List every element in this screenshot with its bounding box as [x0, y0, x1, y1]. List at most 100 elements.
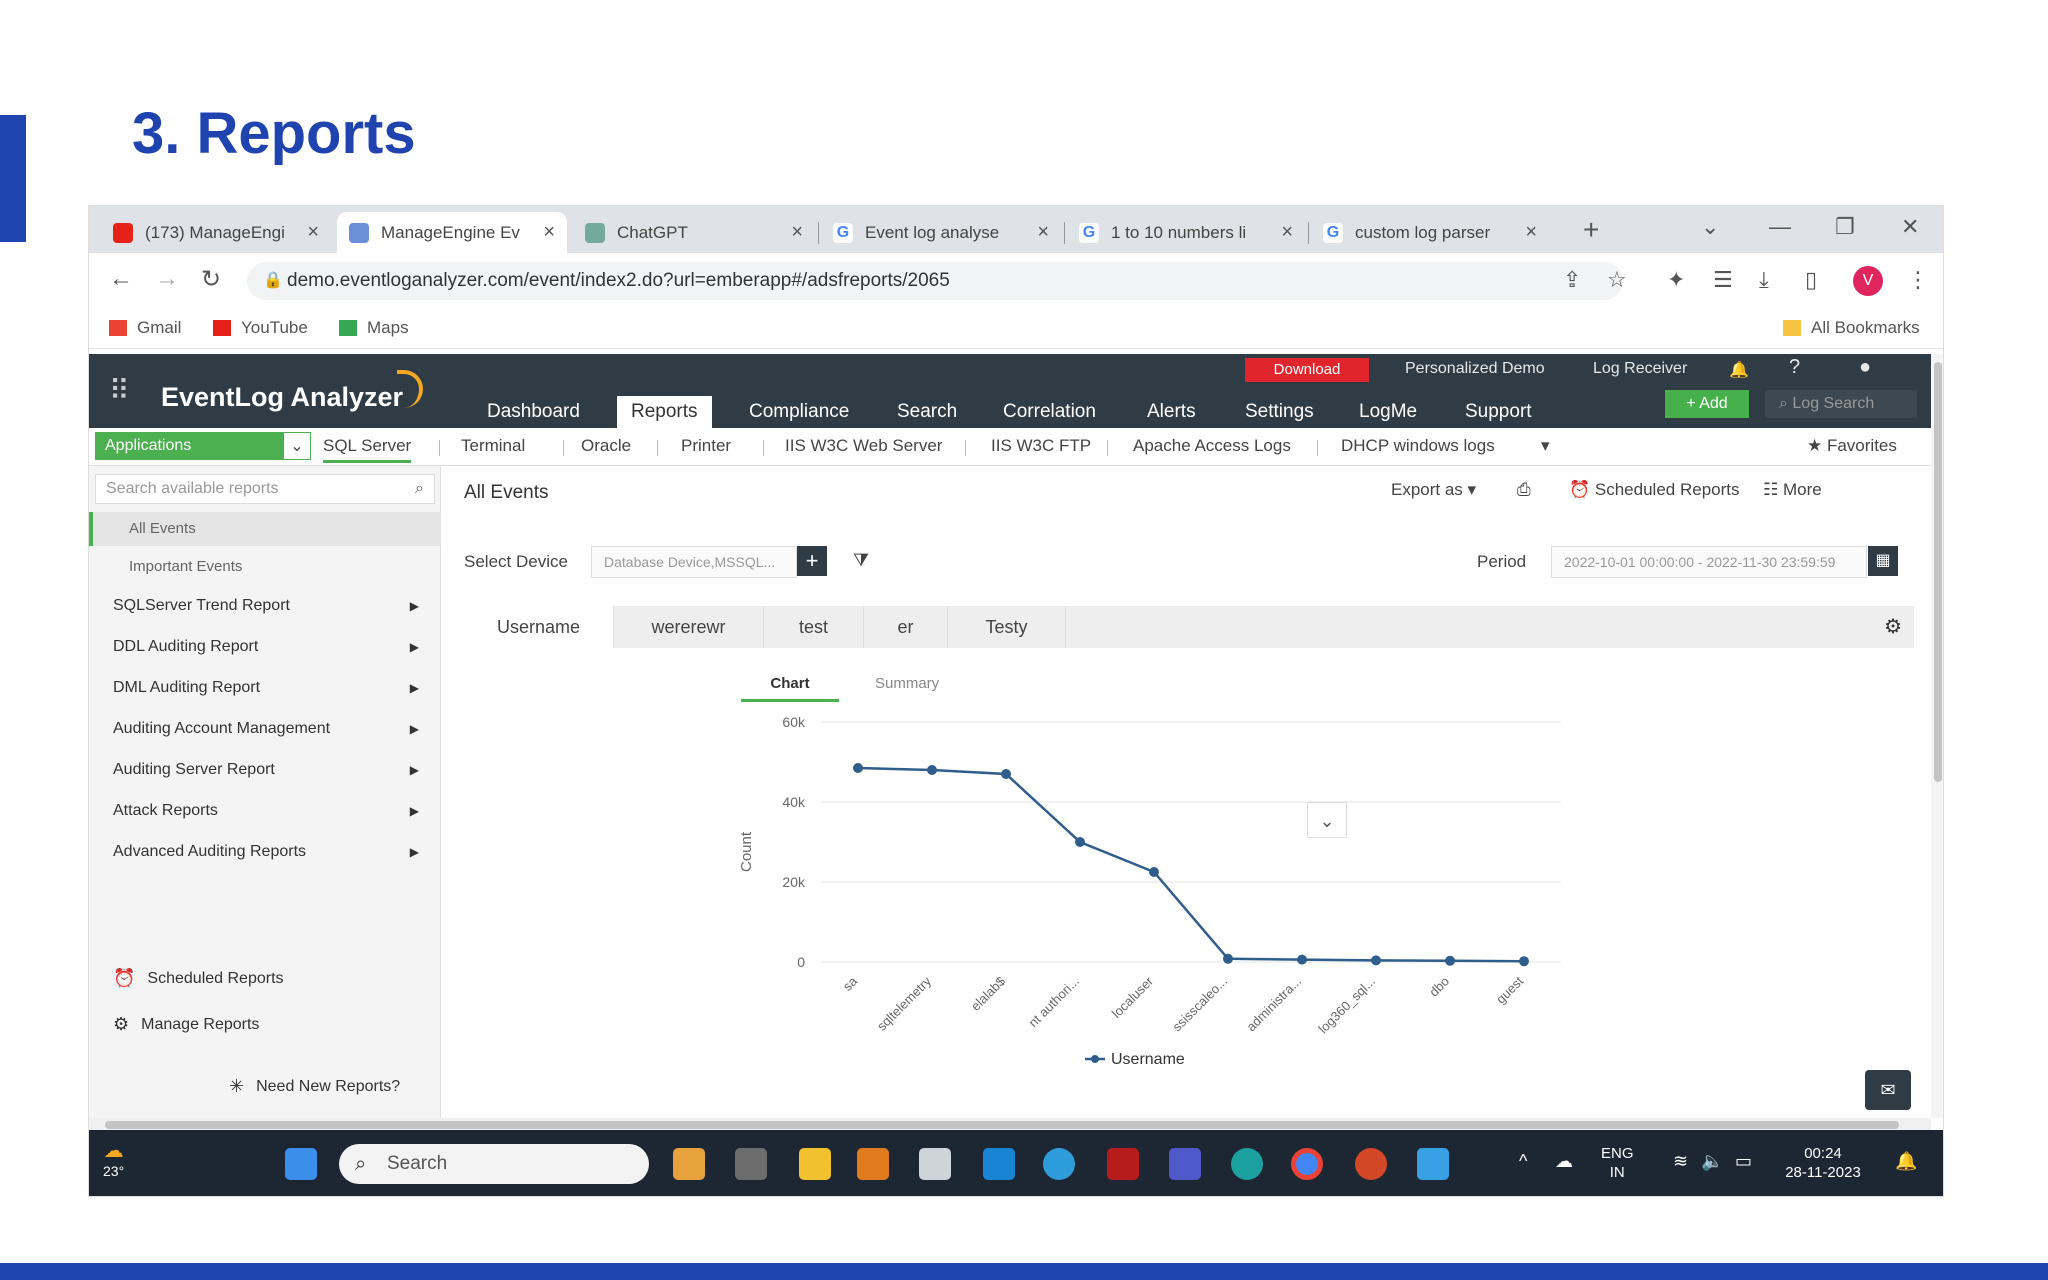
- log-search-field[interactable]: ⌕ Log Search: [1765, 390, 1917, 418]
- tab-chart[interactable]: Chart: [741, 672, 839, 702]
- all-bookmarks[interactable]: All Bookmarks: [1783, 318, 1920, 338]
- apps-grid-icon[interactable]: ⠿: [109, 374, 130, 407]
- sidebar-item-account-mgmt[interactable]: Auditing Account Management ▶: [89, 709, 441, 749]
- subnav-iis-ftp[interactable]: IIS W3C FTP: [991, 436, 1091, 456]
- task-view-icon[interactable]: [735, 1148, 767, 1180]
- close-window-button[interactable]: ✕: [1901, 214, 1919, 240]
- nav-correlation[interactable]: Correlation: [989, 396, 1110, 428]
- report-search-input[interactable]: Search available reports ⌕: [95, 474, 435, 504]
- subnav-iis-web[interactable]: IIS W3C Web Server: [785, 436, 942, 456]
- minimize-button[interactable]: —: [1769, 214, 1791, 240]
- share-icon[interactable]: ⇪: [1563, 267, 1581, 293]
- menu-icon[interactable]: ⋮: [1907, 267, 1929, 293]
- volume-icon[interactable]: 🔈: [1701, 1152, 1723, 1171]
- data-point[interactable]: [1223, 953, 1233, 964]
- filter-icon[interactable]: ⧩: [853, 550, 869, 571]
- add-device-button[interactable]: +: [797, 546, 827, 576]
- subnav-oracle[interactable]: Oracle: [581, 436, 631, 456]
- download-icon[interactable]: ⤓: [1759, 267, 1769, 293]
- store-icon[interactable]: [919, 1148, 951, 1180]
- cloud-icon[interactable]: ☁: [1555, 1152, 1573, 1171]
- subnav-more-caret[interactable]: ▾: [1541, 436, 1550, 456]
- sidebar-item-advanced[interactable]: Advanced Auditing Reports ▶: [89, 832, 441, 872]
- monitor-icon[interactable]: [983, 1148, 1015, 1180]
- avatar[interactable]: V: [1853, 266, 1883, 296]
- restore-button[interactable]: ❐: [1835, 214, 1855, 240]
- close-icon[interactable]: ×: [1281, 221, 1293, 244]
- device-field[interactable]: Database Device,MSSQL...: [591, 546, 797, 578]
- sidebar-item-all-events[interactable]: All Events: [89, 512, 441, 546]
- user-icon[interactable]: ●: [1859, 356, 1871, 379]
- data-point[interactable]: [1519, 956, 1529, 967]
- photos-icon[interactable]: [1417, 1148, 1449, 1180]
- scheduled-reports-button[interactable]: ⏰ Scheduled Reports: [1569, 480, 1739, 500]
- pdf-export-icon[interactable]: ⎙: [1517, 480, 1531, 500]
- data-point[interactable]: [1149, 867, 1159, 877]
- extensions-icon[interactable]: ✦: [1667, 267, 1685, 293]
- data-point[interactable]: [1371, 955, 1381, 966]
- nav-reports[interactable]: Reports: [617, 396, 712, 428]
- browser-tab[interactable]: G custom log parser ×: [1311, 212, 1549, 253]
- vertical-scrollbar[interactable]: [1931, 354, 1943, 1118]
- back-icon[interactable]: ←: [109, 265, 133, 293]
- browser-tab-active[interactable]: ManageEngine Ev ×: [337, 212, 567, 253]
- subnav-dhcp[interactable]: DHCP windows logs: [1341, 436, 1495, 456]
- need-new-reports-link[interactable]: ✳ Need New Reports?: [229, 1076, 400, 1097]
- log-receiver-link[interactable]: Log Receiver: [1593, 360, 1687, 378]
- browser-tab[interactable]: ChatGPT ×: [573, 212, 815, 253]
- bookmark-maps[interactable]: Maps: [339, 318, 409, 338]
- browser-tab[interactable]: G Event log analyse ×: [821, 212, 1061, 253]
- export-as-dropdown[interactable]: Export as ▾: [1391, 480, 1476, 500]
- browser-tab[interactable]: (173) ManageEngi ×: [101, 212, 331, 253]
- close-icon[interactable]: ×: [307, 221, 319, 244]
- clock[interactable]: 00:24 28-11-2023: [1777, 1144, 1869, 1182]
- nav-settings[interactable]: Settings: [1231, 396, 1328, 428]
- file-explorer-icon[interactable]: [799, 1148, 831, 1180]
- copilot-icon[interactable]: [673, 1148, 705, 1180]
- period-field[interactable]: 2022-10-01 00:00:00 - 2022-11-30 23:59:5…: [1551, 546, 1867, 578]
- star-icon[interactable]: ☆: [1607, 267, 1627, 293]
- taskbar-search[interactable]: ⌕ Search: [339, 1144, 649, 1184]
- data-point[interactable]: [1297, 954, 1307, 965]
- sidebar-item-server[interactable]: Auditing Server Report ▶: [89, 750, 441, 790]
- browser-tab[interactable]: G 1 to 10 numbers li ×: [1067, 212, 1305, 253]
- scheduled-reports-link[interactable]: ⏰ Scheduled Reports: [113, 968, 284, 989]
- chart-options-chevron-icon[interactable]: ⌄: [1307, 802, 1347, 838]
- sidebar-item-ddl[interactable]: DDL Auditing Report ▶: [89, 627, 441, 667]
- sidebar-item-attack[interactable]: Attack Reports ▶: [89, 791, 441, 831]
- applications-select[interactable]: Applications ⌄: [95, 432, 311, 460]
- forward-icon[interactable]: →: [155, 265, 179, 293]
- data-point[interactable]: [1001, 769, 1011, 779]
- url-field[interactable]: 🔒 demo.eventloganalyzer.com/event/index2…: [247, 262, 1623, 300]
- edge-icon[interactable]: [1231, 1148, 1263, 1180]
- help-icon[interactable]: ?: [1789, 356, 1800, 379]
- notification-icon[interactable]: 🔔: [1729, 360, 1749, 380]
- bookmark-gmail[interactable]: Gmail: [109, 318, 181, 338]
- bookmark-youtube[interactable]: YouTube: [213, 318, 308, 338]
- subnav-printer[interactable]: Printer: [681, 436, 731, 456]
- data-point[interactable]: [927, 765, 937, 775]
- nav-logme[interactable]: LogMe: [1345, 396, 1431, 428]
- tab-er[interactable]: er: [864, 606, 948, 648]
- mcafee-icon[interactable]: [1107, 1148, 1139, 1180]
- tab-testy[interactable]: Testy: [948, 606, 1066, 648]
- reading-list-icon[interactable]: ☰: [1713, 267, 1733, 293]
- close-icon[interactable]: ×: [1525, 221, 1537, 244]
- download-button[interactable]: Download: [1245, 358, 1369, 382]
- subnav-sql-server[interactable]: SQL Server: [323, 436, 412, 463]
- chrome-icon[interactable]: [1291, 1148, 1323, 1180]
- sidebar-item-important-events[interactable]: Important Events: [89, 550, 441, 584]
- close-icon[interactable]: ×: [791, 221, 803, 244]
- nav-dashboard[interactable]: Dashboard: [473, 396, 594, 428]
- data-point[interactable]: [1445, 955, 1455, 966]
- personalized-demo-link[interactable]: Personalized Demo: [1405, 360, 1545, 378]
- favorites-link[interactable]: ★ Favorites: [1807, 436, 1897, 456]
- chevron-up-icon[interactable]: ^: [1519, 1152, 1527, 1171]
- powerpoint-icon[interactable]: [1355, 1148, 1387, 1180]
- chat-icon[interactable]: ✉: [1865, 1070, 1911, 1110]
- battery-icon[interactable]: ▭: [1735, 1152, 1752, 1171]
- close-icon[interactable]: ×: [543, 221, 555, 244]
- reload-icon[interactable]: ↻: [201, 265, 221, 294]
- add-button[interactable]: + Add: [1665, 390, 1749, 418]
- tab-summary[interactable]: Summary: [875, 672, 939, 702]
